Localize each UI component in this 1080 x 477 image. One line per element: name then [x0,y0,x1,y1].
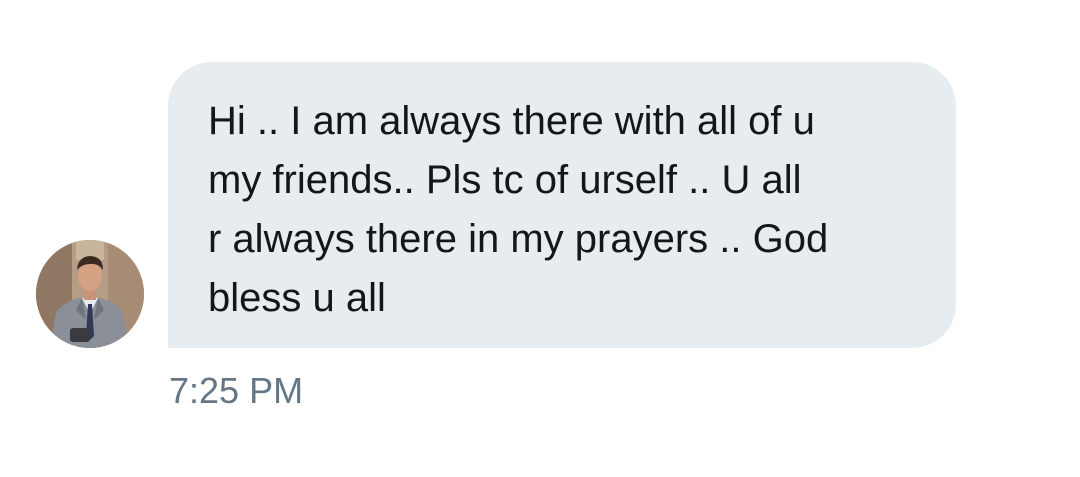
sender-avatar[interactable] [36,240,144,348]
message-bubble[interactable]: Hi .. I am always there with all of u my… [168,62,956,348]
message-timestamp: 7:25 PM [169,370,304,411]
message-text: Hi .. I am always there with all of u my… [208,99,829,320]
avatar-photo-icon [36,240,144,348]
